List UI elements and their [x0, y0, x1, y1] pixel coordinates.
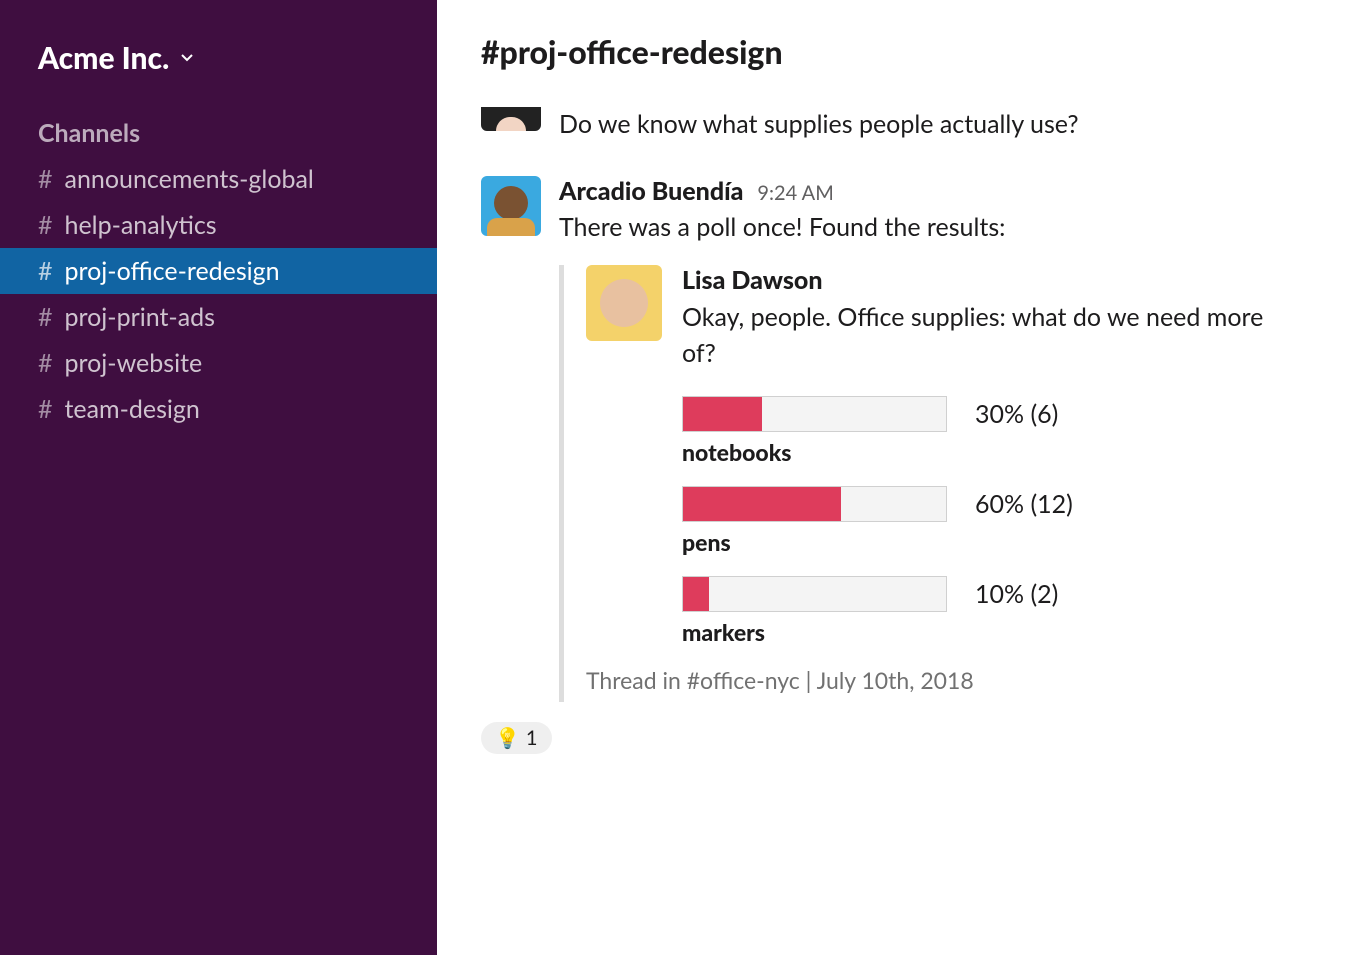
hash-icon: # [38, 302, 53, 332]
quote-meta[interactable]: Thread in #office-nyc | July 10th, 2018 [586, 666, 1303, 694]
poll-results: 30% (6) notebooks 60% (12) pens 10% (2) marke… [682, 396, 1303, 646]
previous-message-row: Do we know what supplies people actually… [481, 107, 1303, 142]
quote-author[interactable]: Lisa Dawson [682, 265, 1303, 295]
previous-message-text: Do we know what supplies people actually… [559, 107, 1079, 142]
reaction-count: 1 [526, 726, 538, 750]
channel-name-label: proj-print-ads [65, 302, 215, 332]
avatar[interactable] [481, 176, 541, 236]
channels-section-header: Channels [0, 104, 437, 156]
quoted-message[interactable]: Lisa Dawson Okay, people. Office supplie… [559, 265, 1303, 702]
poll-value-label: 10% (2) [975, 579, 1058, 609]
poll-bar-fill [683, 487, 841, 521]
channel-name-label: team-design [65, 394, 200, 424]
poll-option-label: markers [682, 618, 1303, 646]
main-content: #proj-office-redesign Do we know what su… [437, 0, 1347, 955]
sidebar-channel-item[interactable]: # team-design [0, 386, 437, 432]
hash-icon: # [38, 394, 53, 424]
avatar[interactable] [586, 265, 662, 341]
channel-list: # announcements-global # help-analytics # pro… [0, 156, 437, 432]
hash-icon: # [38, 256, 53, 286]
poll-option-label: pens [682, 528, 1303, 556]
poll-option-label: notebooks [682, 438, 1303, 466]
hash-icon: # [38, 210, 53, 240]
avatar [481, 107, 541, 131]
channel-title: #proj-office-redesign [481, 32, 1303, 71]
sidebar-channel-item[interactable]: # proj-print-ads [0, 294, 437, 340]
sidebar: Acme Inc. Channels # announcements-global… [0, 0, 437, 955]
poll-option: 30% (6) notebooks [682, 396, 1303, 466]
poll-option: 60% (12) pens [682, 486, 1303, 556]
lightbulb-icon: 💡 [495, 726, 520, 750]
hash-icon: # [38, 164, 53, 194]
sidebar-channel-item[interactable]: # help-analytics [0, 202, 437, 248]
poll-bar-track [682, 486, 947, 522]
poll-value-label: 60% (12) [975, 489, 1073, 519]
chevron-down-icon [179, 50, 195, 66]
poll-bar-track [682, 576, 947, 612]
poll-option: 10% (2) markers [682, 576, 1303, 646]
reactions-bar: 💡 1 [481, 722, 1303, 754]
quote-text: Okay, people. Office supplies: what do w… [682, 299, 1303, 372]
hash-icon: # [38, 348, 53, 378]
poll-bar-fill [683, 577, 709, 611]
message: Arcadio Buendía 9:24 AM There was a poll… [481, 176, 1303, 754]
sidebar-channel-item[interactable]: # proj-website [0, 340, 437, 386]
message-timestamp: 9:24 AM [757, 181, 833, 205]
message-author[interactable]: Arcadio Buendía [559, 176, 743, 206]
channel-name-label: announcements-global [65, 164, 314, 194]
poll-bar-fill [683, 397, 762, 431]
reaction-chip[interactable]: 💡 1 [481, 722, 552, 754]
sidebar-channel-item[interactable]: # proj-office-redesign [0, 248, 437, 294]
channel-name-label: proj-website [65, 348, 203, 378]
message-text: There was a poll once! Found the results… [559, 210, 1303, 245]
workspace-switcher[interactable]: Acme Inc. [0, 30, 437, 104]
sidebar-channel-item[interactable]: # announcements-global [0, 156, 437, 202]
poll-bar-track [682, 396, 947, 432]
workspace-name-label: Acme Inc. [38, 40, 169, 76]
channel-name-label: help-analytics [65, 210, 217, 240]
poll-value-label: 30% (6) [975, 399, 1058, 429]
channel-name-label: proj-office-redesign [65, 256, 280, 286]
